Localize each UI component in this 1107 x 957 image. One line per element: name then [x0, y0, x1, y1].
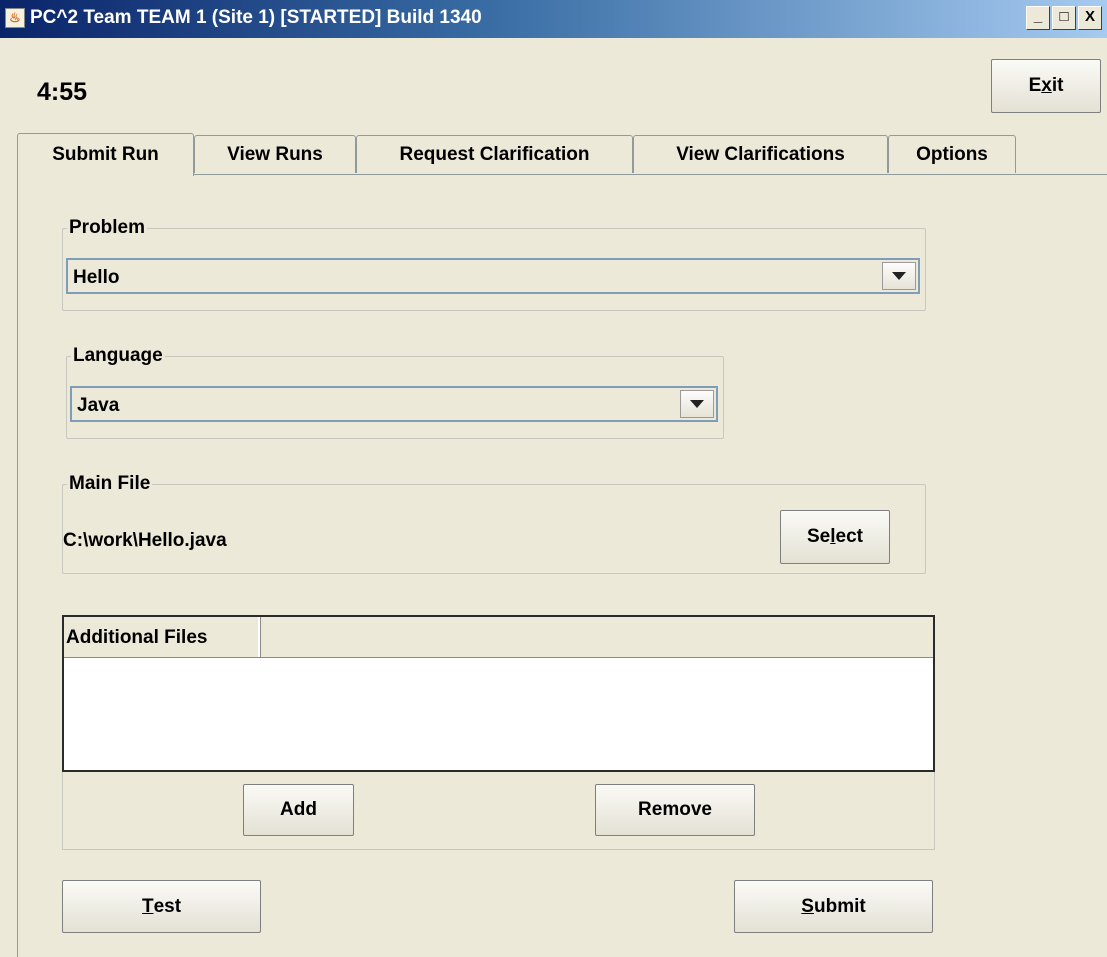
tab-view-clarifications[interactable]: View Clarifications [633, 135, 888, 173]
chevron-down-icon [690, 400, 704, 408]
test-button[interactable]: Test [62, 880, 261, 933]
add-file-button[interactable]: Add [243, 784, 354, 836]
select-label-post: ect [835, 526, 863, 547]
submit-label-rest: ubmit [813, 895, 866, 917]
time-remaining: 4:55 [37, 78, 88, 106]
main-file-legend: Main File [69, 473, 151, 494]
tab-options[interactable]: Options [888, 135, 1016, 173]
problem-select[interactable]: Hello [66, 258, 920, 294]
table-header: Additional Files [64, 617, 933, 658]
column-header-additional-files[interactable]: Additional Files [64, 617, 260, 657]
language-value: Java [77, 395, 120, 416]
tab-view-runs[interactable]: View Runs [194, 135, 356, 173]
language-select[interactable]: Java [70, 386, 718, 422]
problem-value: Hello [73, 267, 120, 288]
exit-button[interactable]: Ex it [991, 59, 1101, 113]
maximize-button[interactable]: □ [1052, 6, 1076, 30]
exit-label-pre: E [1028, 75, 1042, 96]
language-legend: Language [73, 345, 163, 366]
minimize-button[interactable]: _ [1026, 6, 1050, 30]
select-label-pre: Se [807, 526, 831, 547]
additional-files-table[interactable]: Additional Files [62, 615, 935, 772]
tab-submit-run[interactable]: Submit Run [17, 133, 194, 176]
title-bar[interactable]: ♨ PC^2 Team TEAM 1 (Site 1) [STARTED] Bu… [0, 0, 1107, 38]
language-dropdown-arrow[interactable] [680, 390, 714, 418]
exit-label-mnemonic: x [1041, 75, 1052, 96]
chevron-down-icon [892, 272, 906, 280]
test-label-rest: est [153, 895, 182, 917]
submit-button[interactable]: Submit [734, 880, 933, 933]
submit-mnemonic: S [801, 895, 814, 917]
java-app-icon: ♨ [5, 8, 25, 28]
exit-label-post: it [1051, 75, 1064, 96]
test-mnemonic: T [141, 895, 154, 917]
tab-request-clarification[interactable]: Request Clarification [356, 135, 633, 173]
close-button[interactable]: X [1078, 6, 1102, 30]
window-title: PC^2 Team TEAM 1 (Site 1) [STARTED] Buil… [30, 7, 482, 28]
tab-panel-border [17, 175, 18, 957]
main-file-path: C:\work\Hello.java [63, 530, 227, 551]
remove-file-button[interactable]: Remove [595, 784, 755, 836]
problem-dropdown-arrow[interactable] [882, 262, 916, 290]
problem-legend: Problem [69, 217, 146, 238]
select-file-button[interactable]: Se l ect [780, 510, 890, 564]
additional-files-buttons [62, 772, 935, 850]
